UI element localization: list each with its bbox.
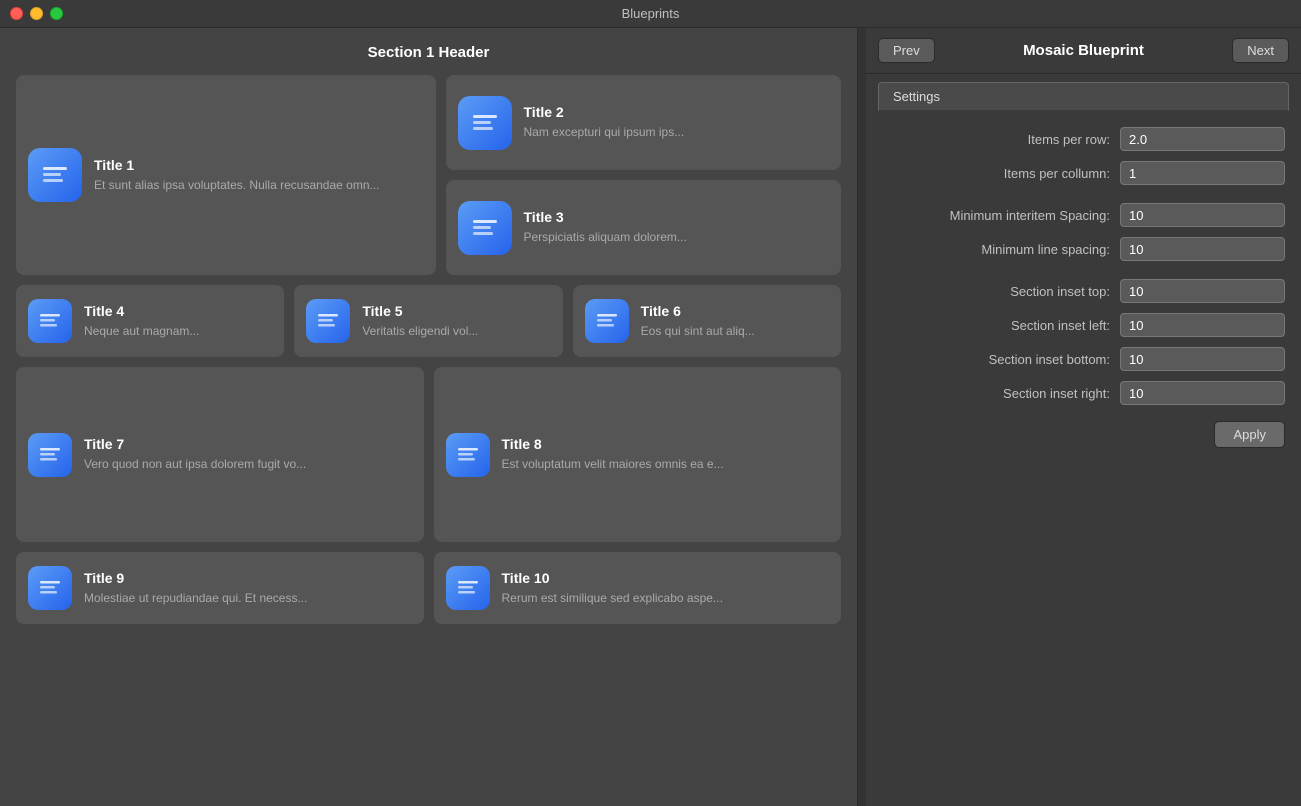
- apply-button-row: Apply: [882, 421, 1285, 448]
- min-line-label: Minimum line spacing:: [981, 242, 1110, 257]
- grid-row-1: Title 1 Et sunt alias ipsa voluptates. N…: [16, 75, 841, 275]
- list-item[interactable]: Title 5 Veritatis eligendi vol...: [294, 285, 562, 357]
- item-text: Title 9 Molestiae ut repudiandae qui. Et…: [84, 570, 412, 607]
- item-subtitle: Perspiciatis aliquam dolorem...: [524, 229, 830, 246]
- list-item[interactable]: Title 3 Perspiciatis aliquam dolorem...: [446, 180, 842, 275]
- next-button[interactable]: Next: [1232, 38, 1289, 63]
- item-title: Title 2: [524, 104, 830, 120]
- min-interitem-row: Minimum interitem Spacing:: [882, 203, 1285, 227]
- items-per-column-label: Items per collumn:: [1004, 166, 1110, 181]
- grid-row-2: Title 4 Neque aut magnam... Title 5 Veri…: [16, 285, 841, 357]
- item-text: Title 8 Est voluptatum velit maiores omn…: [502, 436, 830, 473]
- list-item[interactable]: Title 10 Rerum est similique sed explica…: [434, 552, 842, 624]
- item-text: Title 3 Perspiciatis aliquam dolorem...: [524, 209, 830, 246]
- item-text: Title 6 Eos qui sint aut aliq...: [641, 303, 829, 340]
- item-title: Title 4: [84, 303, 272, 319]
- list-item[interactable]: Title 1 Et sunt alias ipsa voluptates. N…: [16, 75, 436, 275]
- close-button[interactable]: [10, 7, 23, 20]
- right-panel-header: Prev Mosaic Blueprint Next: [866, 28, 1301, 74]
- item-subtitle: Nam excepturi qui ipsum ips...: [524, 124, 830, 141]
- list-item[interactable]: Title 9 Molestiae ut repudiandae qui. Et…: [16, 552, 424, 624]
- traffic-lights: [10, 7, 63, 20]
- item-subtitle: Est voluptatum velit maiores omnis ea e.…: [502, 456, 830, 473]
- item-text: Title 2 Nam excepturi qui ipsum ips...: [524, 104, 830, 141]
- panel-title: Mosaic Blueprint: [1023, 42, 1144, 59]
- prev-button[interactable]: Prev: [878, 38, 935, 63]
- items-per-row-input[interactable]: [1120, 127, 1285, 151]
- item-icon: [458, 96, 512, 150]
- min-interitem-input[interactable]: [1120, 203, 1285, 227]
- item-text: Title 5 Veritatis eligendi vol...: [362, 303, 550, 340]
- item-title: Title 10: [502, 570, 830, 586]
- item-icon: [585, 299, 629, 343]
- list-item[interactable]: Title 6 Eos qui sint aut aliq...: [573, 285, 841, 357]
- item-icon: [28, 566, 72, 610]
- item-title: Title 1: [94, 157, 424, 173]
- section-inset-right-row: Section inset right:: [882, 381, 1285, 405]
- items-per-column-input[interactable]: [1120, 161, 1285, 185]
- item-title: Title 3: [524, 209, 830, 225]
- item-subtitle: Et sunt alias ipsa voluptates. Nulla rec…: [94, 177, 424, 194]
- item-title: Title 6: [641, 303, 829, 319]
- item-subtitle: Veritatis eligendi vol...: [362, 323, 550, 340]
- items-per-row-label: Items per row:: [1028, 132, 1110, 147]
- minimize-button[interactable]: [30, 7, 43, 20]
- item-title: Title 8: [502, 436, 830, 452]
- section-inset-bottom-row: Section inset bottom:: [882, 347, 1285, 371]
- right-stack: Title 2 Nam excepturi qui ipsum ips... T…: [446, 75, 842, 275]
- settings-tab[interactable]: Settings: [878, 82, 1289, 111]
- list-item[interactable]: Title 2 Nam excepturi qui ipsum ips...: [446, 75, 842, 170]
- section-inset-bottom-label: Section inset bottom:: [989, 352, 1110, 367]
- item-icon: [28, 433, 72, 477]
- section-inset-top-input[interactable]: [1120, 279, 1285, 303]
- min-line-row: Minimum line spacing:: [882, 237, 1285, 261]
- item-subtitle: Neque aut magnam...: [84, 323, 272, 340]
- right-panel: Prev Mosaic Blueprint Next Settings Item…: [866, 28, 1301, 806]
- window-title: Blueprints: [622, 6, 680, 21]
- section-inset-right-input[interactable]: [1120, 381, 1285, 405]
- item-subtitle: Molestiae ut repudiandae qui. Et necess.…: [84, 590, 412, 607]
- item-icon: [28, 299, 72, 343]
- grid-row-3: Title 7 Vero quod non aut ipsa dolorem f…: [16, 367, 841, 542]
- section-inset-top-label: Section inset top:: [1010, 284, 1110, 299]
- panel-divider[interactable]: [858, 28, 866, 806]
- item-subtitle: Eos qui sint aut aliq...: [641, 323, 829, 340]
- item-icon: [458, 201, 512, 255]
- section-inset-left-label: Section inset left:: [1011, 318, 1110, 333]
- item-title: Title 7: [84, 436, 412, 452]
- main-container: Section 1 Header Title 1 Et sunt alias i…: [0, 28, 1301, 806]
- section-inset-top-row: Section inset top:: [882, 279, 1285, 303]
- items-per-row-row: Items per row:: [882, 127, 1285, 151]
- item-text: Title 4 Neque aut magnam...: [84, 303, 272, 340]
- section-inset-right-label: Section inset right:: [1003, 386, 1110, 401]
- item-icon: [446, 433, 490, 477]
- section-inset-left-input[interactable]: [1120, 313, 1285, 337]
- min-line-input[interactable]: [1120, 237, 1285, 261]
- item-icon: [446, 566, 490, 610]
- section-inset-bottom-input[interactable]: [1120, 347, 1285, 371]
- item-icon: [28, 148, 82, 202]
- item-text: Title 1 Et sunt alias ipsa voluptates. N…: [94, 157, 424, 194]
- item-title: Title 5: [362, 303, 550, 319]
- list-item[interactable]: Title 7 Vero quod non aut ipsa dolorem f…: [16, 367, 424, 542]
- title-bar: Blueprints: [0, 0, 1301, 28]
- left-panel[interactable]: Section 1 Header Title 1 Et sunt alias i…: [0, 28, 858, 806]
- apply-button[interactable]: Apply: [1214, 421, 1285, 448]
- min-interitem-label: Minimum interitem Spacing:: [950, 208, 1110, 223]
- item-text: Title 10 Rerum est similique sed explica…: [502, 570, 830, 607]
- item-text: Title 7 Vero quod non aut ipsa dolorem f…: [84, 436, 412, 473]
- item-subtitle: Rerum est similique sed explicabo aspe..…: [502, 590, 830, 607]
- section-inset-left-row: Section inset left:: [882, 313, 1285, 337]
- items-per-column-row: Items per collumn:: [882, 161, 1285, 185]
- grid-row-4: Title 9 Molestiae ut repudiandae qui. Et…: [16, 552, 841, 624]
- item-subtitle: Vero quod non aut ipsa dolorem fugit vo.…: [84, 456, 412, 473]
- list-item[interactable]: Title 4 Neque aut magnam...: [16, 285, 284, 357]
- item-icon: [306, 299, 350, 343]
- maximize-button[interactable]: [50, 7, 63, 20]
- list-item[interactable]: Title 8 Est voluptatum velit maiores omn…: [434, 367, 842, 542]
- section-header: Section 1 Header: [16, 44, 841, 61]
- settings-content: Items per row: Items per collumn: Minimu…: [866, 111, 1301, 806]
- item-title: Title 9: [84, 570, 412, 586]
